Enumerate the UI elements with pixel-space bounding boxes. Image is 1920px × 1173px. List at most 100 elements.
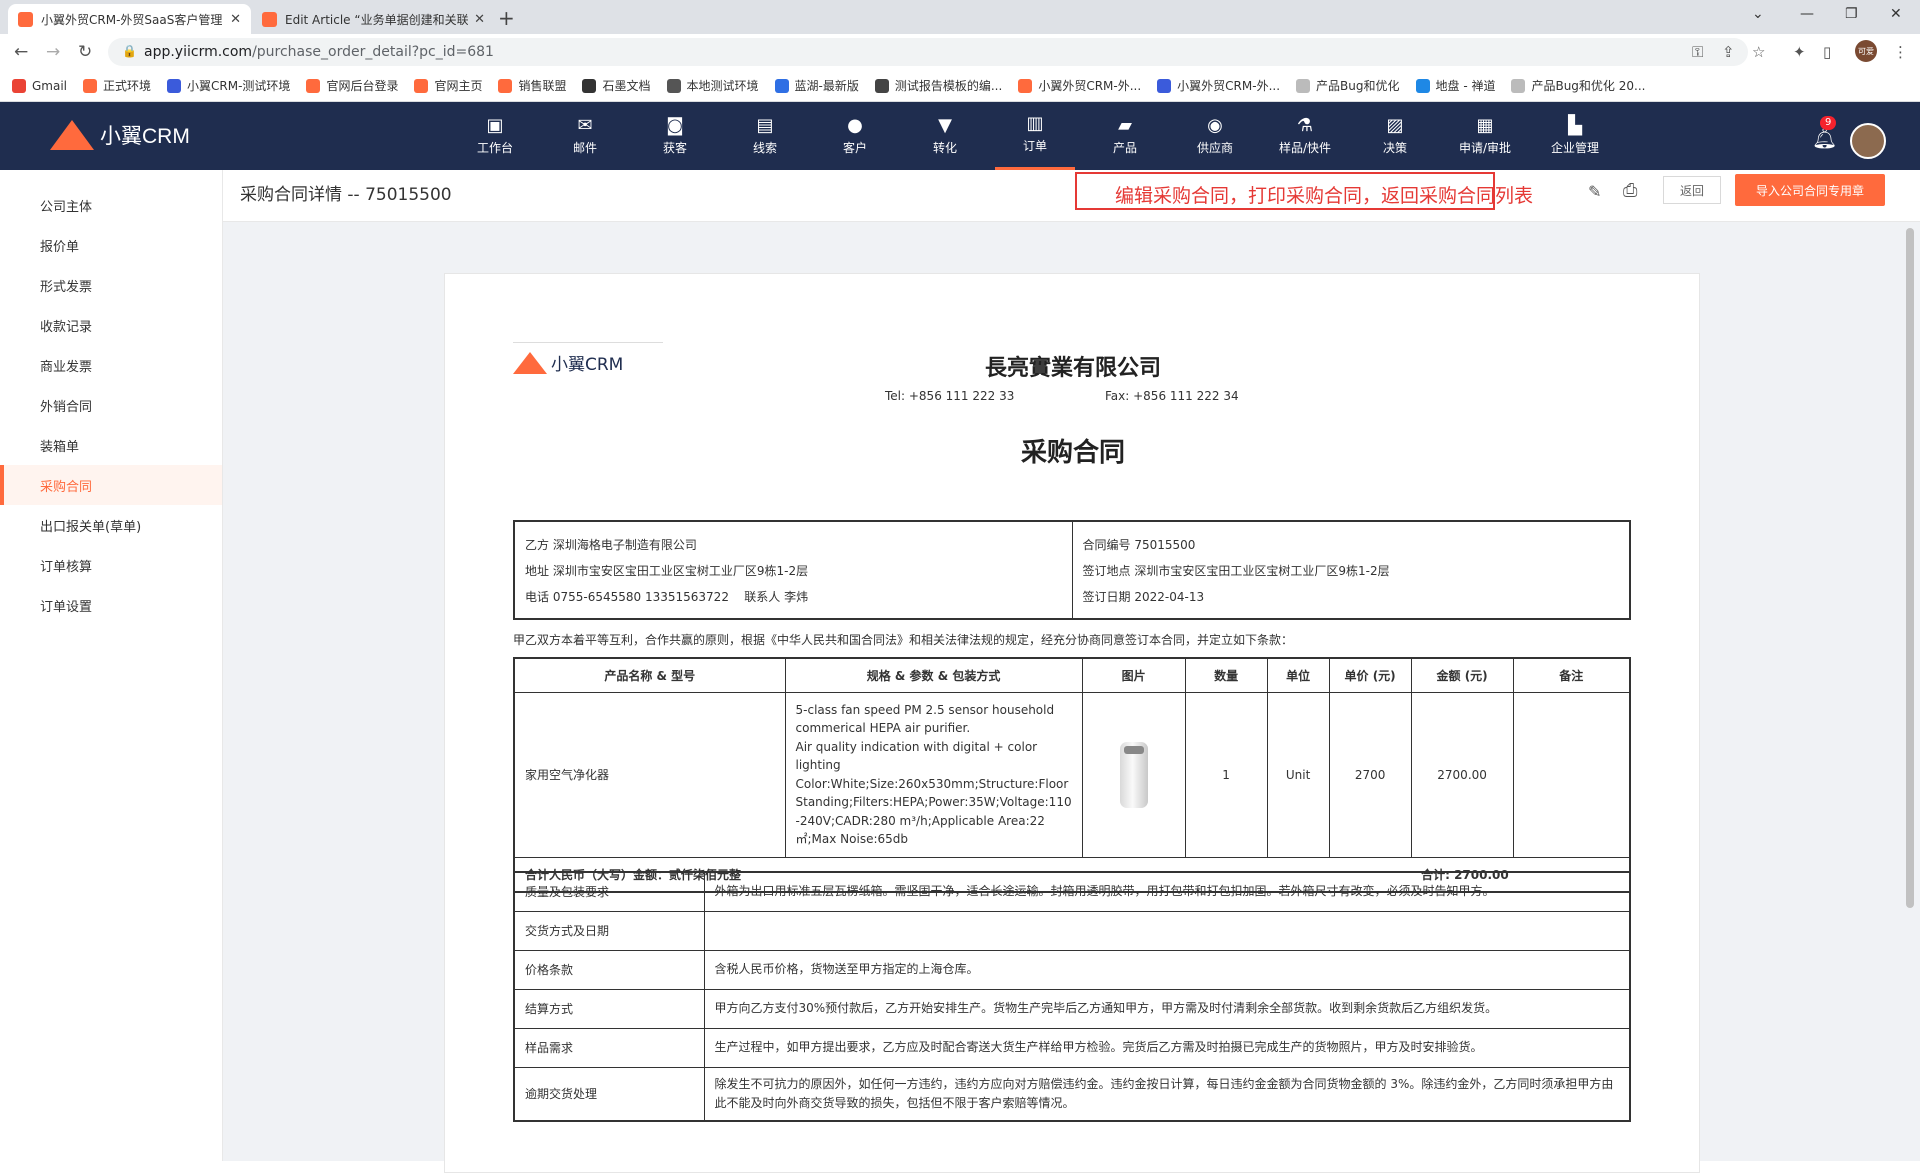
key-icon[interactable]: ⚿ [1692, 43, 1703, 61]
nav-item-0[interactable]: ▣ 工作台 [455, 102, 535, 170]
sidebar-item[interactable]: 收款记录 [0, 305, 222, 345]
bookmark-item[interactable]: 销售联盟 [498, 77, 566, 94]
sidepanel-icon[interactable]: ▯ [1823, 43, 1831, 61]
sidebar-item[interactable]: 订单核算 [0, 545, 222, 585]
minimize-icon[interactable]: — [1800, 6, 1814, 22]
contract-info-cell: 合同编号 75015500 签订地点 深圳市宝安区宝田工业区宝树工业厂区9栋1-… [1071, 520, 1631, 620]
sidebar-item[interactable]: 外销合同 [0, 385, 222, 425]
bookmark-favicon-icon [306, 78, 321, 93]
url-field[interactable]: 🔒 app.yiicrm.com/purchase_order_detail?p… [108, 38, 1748, 66]
bookmark-label: 小翼外贸CRM-外... [1177, 79, 1281, 93]
party-b-contact: 李炜 [784, 590, 809, 604]
nav-item-9[interactable]: ⚗ 样品/快件 [1265, 102, 1345, 170]
nav-item-3[interactable]: ▤ 线索 [725, 102, 805, 170]
nav-item-7[interactable]: ▰ 产品 [1085, 102, 1165, 170]
label: 乙方 [525, 538, 550, 552]
product-table: 产品名称 & 型号 规格 & 参数 & 包装方式 图片 数量 单位 单价 (元) 金额 (元… [513, 657, 1631, 893]
term-label: 质量及包装要求 [513, 871, 705, 912]
nav-item-8[interactable]: ◉ 供应商 [1175, 102, 1255, 170]
bookmark-item[interactable]: 产品Bug和优化 20... [1511, 77, 1645, 94]
bookmark-label: 地盘 - 禅道 [1435, 79, 1496, 93]
chart-icon: ▨ [1386, 114, 1404, 136]
product-spec: 5-class fan speed PM 2.5 sensor househol… [784, 691, 1083, 858]
tab-search-icon[interactable]: ⌄ [1752, 6, 1764, 22]
bookmark-item[interactable]: 官网主页 [414, 77, 482, 94]
import-seal-button[interactable]: 导入公司合同专用章 [1735, 174, 1885, 206]
window-close-icon[interactable]: ✕ [1890, 6, 1902, 22]
spec-line: -240V;CADR:280 m³/h;Applicable Area:22 [795, 813, 1045, 828]
column-header: 金额 (元) [1410, 657, 1514, 693]
nav-item-10[interactable]: ▨ 决策 [1355, 102, 1435, 170]
bookmark-label: 产品Bug和优化 20... [1531, 79, 1646, 93]
term-label: 结算方式 [513, 988, 705, 1029]
forward-arrow-icon[interactable]: → [46, 42, 60, 62]
bookmark-item[interactable]: 小翼CRM-测试环境 [167, 77, 290, 94]
nav-item-5[interactable]: ▼ 转化 [905, 102, 985, 170]
bookmark-item[interactable]: 正式环境 [83, 77, 151, 94]
sidebar-item[interactable]: 形式发票 [0, 265, 222, 305]
reload-icon[interactable]: ↻ [78, 42, 92, 62]
nav-item-6[interactable]: ▥ 订单 [995, 102, 1075, 170]
menu-dots-icon[interactable]: ⋮ [1893, 43, 1908, 61]
nav-item-4[interactable]: ● 客户 [815, 102, 895, 170]
star-icon[interactable]: ☆ [1752, 43, 1765, 61]
new-tab-icon[interactable]: + [498, 6, 515, 30]
bookmark-item[interactable]: 产品Bug和优化 [1296, 77, 1400, 94]
app-logo[interactable]: 小翼CRM [50, 120, 190, 150]
sidebar-item[interactable]: 装箱单 [0, 425, 222, 465]
bookmark-item[interactable]: 测试报告模板的编... [874, 77, 1003, 94]
nav-item-2[interactable]: ◙ 获客 [635, 102, 715, 170]
funnel-icon: ▼ [938, 114, 952, 136]
sidebar-item[interactable]: 订单设置 [0, 585, 222, 625]
column-header: 产品名称 & 型号 [513, 657, 786, 693]
bookmark-favicon-icon [582, 78, 597, 93]
bookmark-item[interactable]: 本地测试环境 [666, 77, 759, 94]
bookmark-label: 测试报告模板的编... [894, 79, 1003, 93]
sidebar-item[interactable]: 出口报关单(草单) [0, 505, 222, 545]
bookmark-item[interactable]: 小翼外贸CRM-外... [1157, 77, 1280, 94]
bookmark-item[interactable]: 官网后台登录 [306, 77, 398, 94]
profile-avatar[interactable]: 可爱 [1855, 40, 1877, 62]
acquire-icon: ◙ [666, 114, 684, 136]
close-tab-icon[interactable]: ✕ [230, 12, 241, 27]
bookmark-label: 官网后台登录 [326, 79, 399, 93]
nav-label: 工作台 [476, 140, 513, 155]
browser-tab-crm[interactable]: 小翼外贸CRM-外贸SaaS客户管理 ✕ [8, 4, 251, 34]
sidebar-item[interactable]: 商业发票 [0, 345, 222, 385]
page-scrollbar[interactable] [1906, 228, 1914, 908]
party-info-table: 乙方 深圳海格电子制造有限公司 地址 深圳市宝安区宝田工业区宝树工业厂区9栋1-… [513, 520, 1631, 620]
annotation-text: 编辑采购合同，打印采购合同，返回采购合同列表 [1115, 185, 1534, 207]
sidebar-item[interactable]: 公司主体 [0, 185, 222, 225]
nav-label: 样品/快件 [1278, 140, 1332, 155]
product-amount: 2700.00 [1410, 691, 1514, 858]
nav-item-1[interactable]: ✉ 邮件 [545, 102, 625, 170]
bookmark-item[interactable]: 地盘 - 禅道 [1415, 77, 1496, 94]
column-header: 图片 [1081, 657, 1186, 693]
print-icon[interactable]: ⎙ [1623, 180, 1637, 201]
bookmark-item[interactable]: Gmail [12, 78, 67, 93]
sidebar-item[interactable]: 报价单 [0, 225, 222, 265]
contract-intro: 甲乙双方本着平等互利，合作共赢的原则，根据《中华人民共和国合同法》和相关法律法规… [513, 633, 1294, 647]
page-title: 采购合同详情 -- 75015500 [240, 185, 452, 205]
browser-tab-edit-article[interactable]: Edit Article “业务单据创建和关联 ✕ [252, 4, 495, 34]
bookmark-favicon-icon [874, 78, 889, 93]
bookmark-item[interactable]: 石墨文档 [582, 77, 651, 94]
user-avatar[interactable] [1850, 123, 1886, 159]
back-arrow-icon[interactable]: ← [14, 42, 28, 62]
close-tab-icon[interactable]: ✕ [474, 12, 485, 27]
share-icon[interactable]: ⇪ [1722, 43, 1735, 61]
column-header: 数量 [1184, 657, 1268, 693]
bookmark-item[interactable]: 小翼外贸CRM-外... [1018, 77, 1141, 94]
edit-pencil-icon[interactable]: ✎ [1588, 182, 1601, 201]
desk-icon: ▣ [486, 114, 504, 136]
party-b-name: 深圳海格电子制造有限公司 [552, 538, 697, 552]
back-button[interactable]: 返回 [1663, 176, 1721, 204]
signing-date: 2022-04-13 [1134, 590, 1205, 604]
bookmark-item[interactable]: 蓝湖-最新版 [774, 77, 859, 94]
sidebar-item[interactable]: 采购合同 [0, 465, 222, 505]
nav-item-12[interactable]: ▙ 企业管理 [1535, 102, 1615, 170]
nav-item-11[interactable]: ▦ 申请/审批 [1445, 102, 1525, 170]
product-image[interactable] [1081, 691, 1186, 858]
restore-icon[interactable]: ❐ [1845, 6, 1858, 22]
extensions-icon[interactable]: ✦ [1793, 43, 1806, 61]
